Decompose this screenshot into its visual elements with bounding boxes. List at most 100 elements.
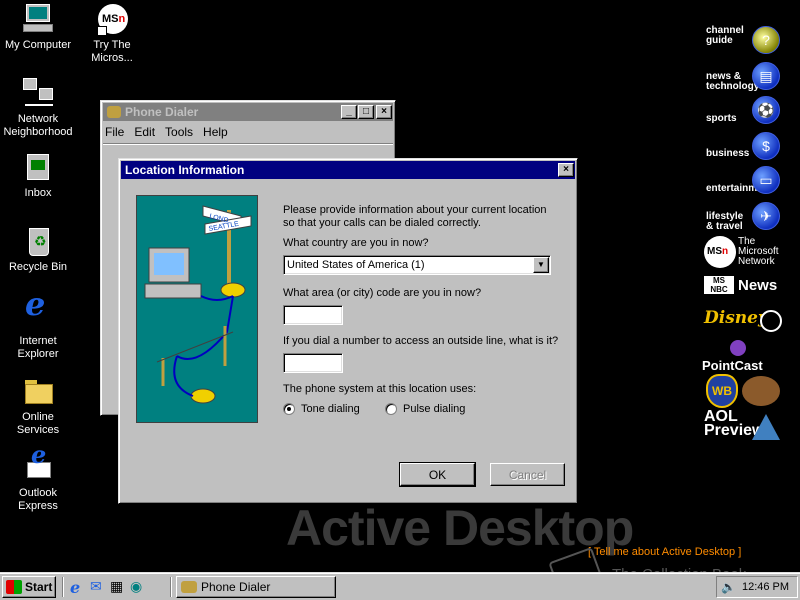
pointcast-label: PointCast [702, 358, 763, 373]
business-icon[interactable]: $ [752, 132, 780, 160]
desktop-icon-label: Online Services [16, 411, 60, 436]
phone-dialer-title: Phone Dialer [125, 105, 199, 119]
tell-me-about-active-desktop-link[interactable]: [ Tell me about Active Desktop ] [588, 546, 741, 558]
phone-dialer-icon [107, 106, 121, 118]
mickey-icon [760, 310, 782, 332]
ok-button[interactable]: OK [400, 463, 475, 486]
intro-text: Please provide information about your cu… [283, 204, 547, 229]
msnbc-news-label[interactable]: News [738, 278, 777, 293]
internet-explorer-quicklaunch-icon[interactable]: e [70, 578, 90, 597]
desktop-icon-network-neighborhood[interactable]: Network Neighborhood [0, 78, 76, 139]
folder-icon [21, 376, 55, 408]
chevron-down-icon[interactable]: ▼ [533, 257, 549, 273]
pulse-dialing-label: Pulse dialing [403, 403, 466, 415]
outside-line-input[interactable] [283, 353, 343, 373]
dialog-close-button[interactable]: × [558, 163, 574, 177]
outlook-express-icon: e [21, 443, 55, 484]
system-tray: 🔈 12:46 PM [716, 576, 798, 598]
country-label: What country are you in now? [283, 237, 429, 249]
desktop-icon-internet-explorer[interactable]: e Internet Explorer [0, 285, 76, 361]
inbox-icon [21, 152, 55, 184]
menu-tools[interactable]: Tools [165, 125, 193, 139]
location-information-dialog[interactable]: Location Information × LOND SEATTLE Plea… [118, 158, 578, 504]
disney-channel[interactable]: Disney [704, 304, 784, 336]
desktop-icon-inbox[interactable]: Inbox [0, 152, 76, 200]
clock[interactable]: 12:46 PM [742, 581, 789, 593]
channel-business[interactable]: business [706, 149, 749, 159]
menu-file[interactable]: File [105, 125, 124, 139]
warner-bros-icon[interactable]: WB [706, 374, 738, 408]
lifestyle-travel-icon[interactable]: ✈ [752, 202, 780, 230]
area-code-input[interactable] [283, 305, 343, 325]
channel-guide-icon[interactable]: ? [752, 26, 780, 54]
desktop-icon-label: Inbox [24, 187, 52, 199]
phone-dialer-menubar: File Edit Tools Help [101, 123, 395, 141]
msn-channel-label: The Microsoft Network [738, 236, 779, 267]
channel-lifestyle-travel[interactable]: lifestyle & travel [706, 212, 750, 232]
location-illustration: LOND SEATTLE [136, 195, 258, 423]
speaker-icon[interactable]: 🔈 [721, 580, 736, 594]
taskbar-separator [62, 577, 64, 597]
network-neighborhood-icon [21, 78, 55, 110]
active-desktop-title: Active Desktop [286, 500, 634, 556]
pointcast-logo-icon [730, 340, 746, 356]
menu-edit[interactable]: Edit [134, 125, 155, 139]
outlook-express-quicklaunch-icon[interactable]: ✉ [90, 578, 110, 596]
disney-logo-icon: Disney [704, 308, 768, 328]
radio-selected-icon [283, 403, 295, 415]
phone-dialer-task-icon [181, 581, 197, 593]
taz-icon[interactable] [742, 376, 780, 406]
phone-dialer-titlebar[interactable]: Phone Dialer _ □ × [103, 103, 393, 121]
dialog-titlebar[interactable]: Location Information × [121, 161, 575, 179]
country-select[interactable]: United States of America (1) ▼ [283, 255, 551, 275]
windows-logo-icon [6, 580, 22, 594]
tone-dialing-radio[interactable]: Tone dialing [283, 403, 360, 415]
telephone-wiring-illustration: LOND SEATTLE [144, 205, 252, 404]
msnbc-logo-icon[interactable]: MS NBC [704, 276, 734, 294]
cancel-button[interactable]: Cancel [490, 463, 565, 486]
phone-system-label: The phone system at this location uses: [283, 383, 477, 395]
msn-icon: MSn [95, 4, 129, 36]
start-button[interactable]: Start [2, 576, 56, 598]
radio-unselected-icon [385, 403, 397, 415]
show-desktop-icon[interactable]: ▦ [110, 578, 130, 596]
taskbar-separator [170, 577, 172, 597]
dialog-title: Location Information [125, 163, 245, 177]
outside-line-label: If you dial a number to access an outsid… [283, 335, 559, 347]
aol-preview-channel[interactable]: AOL Preview [704, 408, 784, 446]
desktop-icon-label: Outlook Express [18, 487, 58, 512]
news-technology-icon[interactable]: ▤ [752, 62, 780, 90]
desktop-icon-recycle-bin[interactable]: ♻ Recycle Bin [0, 226, 76, 274]
menubar-divider [103, 143, 393, 145]
pulse-dialing-radio[interactable]: Pulse dialing [385, 403, 465, 415]
msn-channel[interactable]: MSn [704, 236, 736, 268]
country-select-value: United States of America (1) [287, 259, 425, 271]
channel-guide[interactable]: channel guide [706, 26, 746, 46]
desktop-icon-my-computer[interactable]: My Computer [0, 4, 76, 52]
minimize-button[interactable]: _ [341, 105, 357, 119]
recycle-bin-icon: ♻ [21, 226, 55, 258]
close-button[interactable]: × [376, 105, 392, 119]
desktop-icon-label: Try The Micros... [91, 39, 133, 64]
maximize-button[interactable]: □ [358, 105, 374, 119]
taskbar-task-phone-dialer[interactable]: Phone Dialer [176, 576, 336, 598]
area-code-label: What area (or city) code are you in now? [283, 287, 482, 299]
desktop-icon-online-services[interactable]: Online Services [0, 376, 76, 437]
internet-explorer-icon: e [25, 285, 46, 323]
view-channels-icon[interactable]: ◉ [130, 578, 150, 596]
aol-triangle-icon [752, 414, 780, 440]
channel-sports[interactable]: sports [706, 114, 737, 124]
desktop-icon-label: Internet Explorer [17, 335, 59, 360]
desktop-icon-label: Recycle Bin [8, 261, 68, 273]
desktop-icon-try-msn[interactable]: MSn Try The Micros... [74, 4, 150, 65]
pointcast-channel[interactable]: PointCast [700, 340, 784, 373]
tone-dialing-label: Tone dialing [301, 403, 360, 415]
taskbar: Start e ✉ ▦ ◉ Phone Dialer 🔈 12:46 PM [0, 572, 800, 600]
desktop-icon-outlook-express[interactable]: e Outlook Express [0, 443, 76, 513]
sports-icon[interactable]: ⚽ [752, 96, 780, 124]
entertainment-icon[interactable]: ▭ [752, 166, 780, 194]
desktop-icon-label: My Computer [4, 39, 72, 51]
menu-help[interactable]: Help [203, 125, 228, 139]
my-computer-icon [21, 4, 55, 36]
aol-preview-label: AOL Preview [704, 408, 765, 439]
